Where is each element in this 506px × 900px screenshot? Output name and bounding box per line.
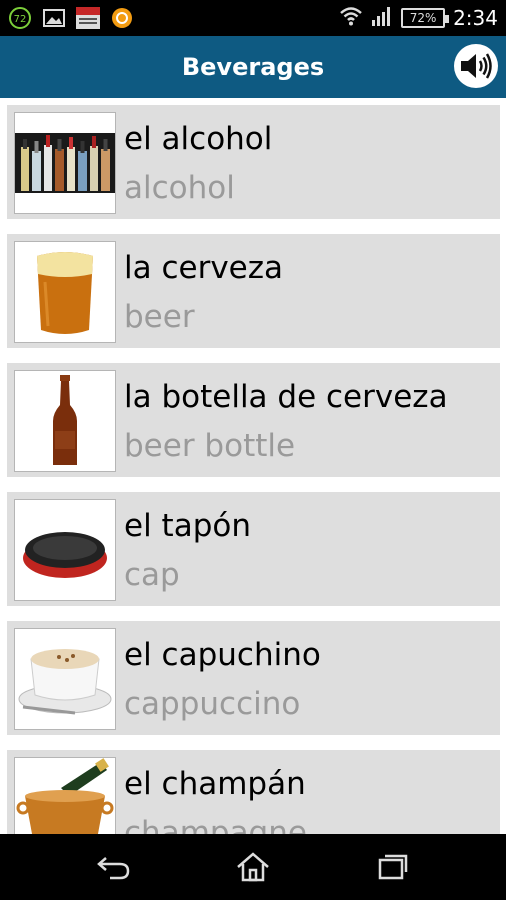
status-bar-system: 72% 2:34 bbox=[339, 4, 498, 32]
signal-icon bbox=[371, 5, 393, 31]
recent-apps-button[interactable] bbox=[363, 847, 423, 887]
bottle-cap-image bbox=[14, 499, 116, 601]
sound-button[interactable] bbox=[454, 44, 498, 88]
status-bar: 72 72% 2:34 bbox=[0, 0, 506, 36]
news-app-icon bbox=[76, 6, 100, 30]
home-icon bbox=[237, 852, 269, 882]
back-button[interactable] bbox=[84, 847, 144, 887]
cappuccino-cup-image bbox=[14, 628, 116, 730]
list-item[interactable]: el champán champagne bbox=[7, 750, 500, 834]
status-time: 2:34 bbox=[453, 6, 498, 30]
vocabulary-list: el alcohol alcohol la cerveza beer la bo… bbox=[0, 98, 506, 834]
list-item[interactable]: el capuchino cappuccino bbox=[7, 621, 500, 735]
navigation-bar bbox=[0, 834, 506, 900]
image-icon bbox=[42, 6, 66, 30]
beer-bottle-image bbox=[14, 370, 116, 472]
recent-apps-icon bbox=[378, 854, 408, 880]
list-item[interactable]: la botella de cerveza beer bottle bbox=[7, 363, 500, 477]
english-translation: champagne bbox=[124, 815, 307, 834]
spanish-word: el alcohol bbox=[124, 121, 273, 157]
orange-app-icon bbox=[110, 6, 134, 30]
beer-glass-image bbox=[14, 241, 116, 343]
home-button[interactable] bbox=[223, 847, 283, 887]
spanish-word: la cerveza bbox=[124, 250, 284, 286]
notification-72-icon: 72 bbox=[8, 6, 32, 30]
champagne-bucket-image bbox=[14, 757, 116, 834]
english-translation: cappuccino bbox=[124, 686, 301, 722]
page-title: Beverages bbox=[181, 53, 325, 81]
notification-badge-text: 72 bbox=[14, 14, 27, 25]
list-item[interactable]: el tapón cap bbox=[7, 492, 500, 606]
english-translation: beer bbox=[124, 299, 195, 335]
spanish-word: el capuchino bbox=[124, 637, 321, 673]
back-icon bbox=[97, 857, 130, 880]
spanish-word: el champán bbox=[124, 766, 306, 802]
english-translation: cap bbox=[124, 557, 180, 593]
english-translation: alcohol bbox=[124, 170, 235, 206]
english-translation: beer bottle bbox=[124, 428, 296, 464]
battery-level: 72% bbox=[409, 11, 437, 25]
app-header: Beverages bbox=[0, 36, 506, 98]
liquor-bottles-image bbox=[14, 112, 116, 214]
spanish-word: la botella de cerveza bbox=[124, 379, 448, 415]
status-bar-notifications: 72 bbox=[8, 6, 134, 30]
list-item[interactable]: la cerveza beer bbox=[7, 234, 500, 348]
spanish-word: el tapón bbox=[124, 508, 251, 544]
speaker-icon bbox=[461, 53, 492, 79]
wifi-icon bbox=[339, 5, 363, 31]
list-item[interactable]: el alcohol alcohol bbox=[7, 105, 500, 219]
battery-icon: 72% bbox=[401, 8, 450, 28]
